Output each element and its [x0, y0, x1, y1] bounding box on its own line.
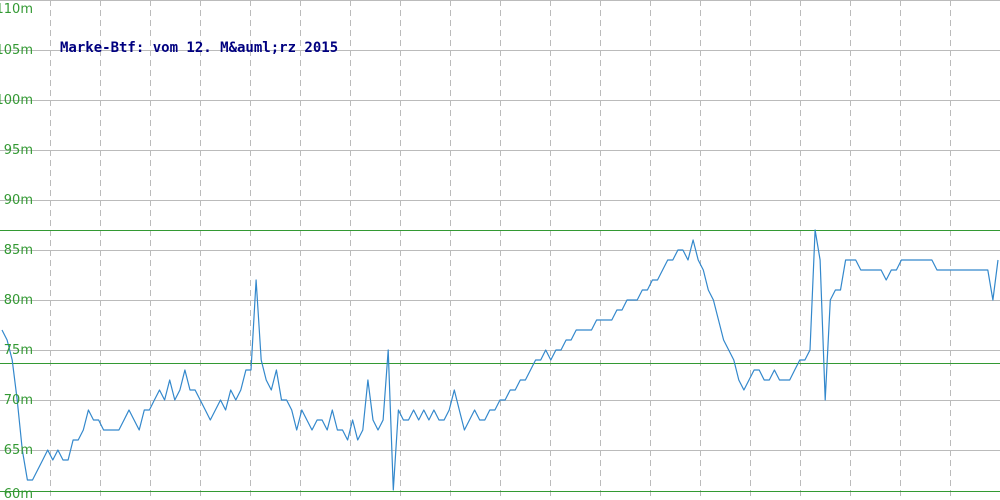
y-tick-label: 105m	[0, 43, 33, 58]
y-tick-label: 75m	[4, 343, 33, 358]
grid	[0, 0, 1000, 500]
y-tick-label: 100m	[0, 93, 33, 108]
chart-title: Marke-Btf: vom 12. M&auml;rz 2015	[60, 40, 338, 56]
line-chart: 60m 65m 70m 75m 80m 85m 90m 95m 100m 105m 110m Mar…	[0, 0, 1000, 500]
y-tick-label: 65m	[4, 443, 33, 458]
y-tick-label: 80m	[4, 293, 33, 308]
y-tick-label: 85m	[4, 243, 33, 258]
y-tick-label: 95m	[4, 143, 33, 158]
y-tick-label: 90m	[4, 193, 33, 208]
y-tick-label: 70m	[4, 393, 33, 408]
y-tick-label: 60m	[4, 487, 33, 500]
y-tick-label: 110m	[0, 2, 33, 17]
y-tick-labels: 60m 65m 70m 75m 80m 85m 90m 95m 100m 105m 110m	[0, 2, 33, 500]
